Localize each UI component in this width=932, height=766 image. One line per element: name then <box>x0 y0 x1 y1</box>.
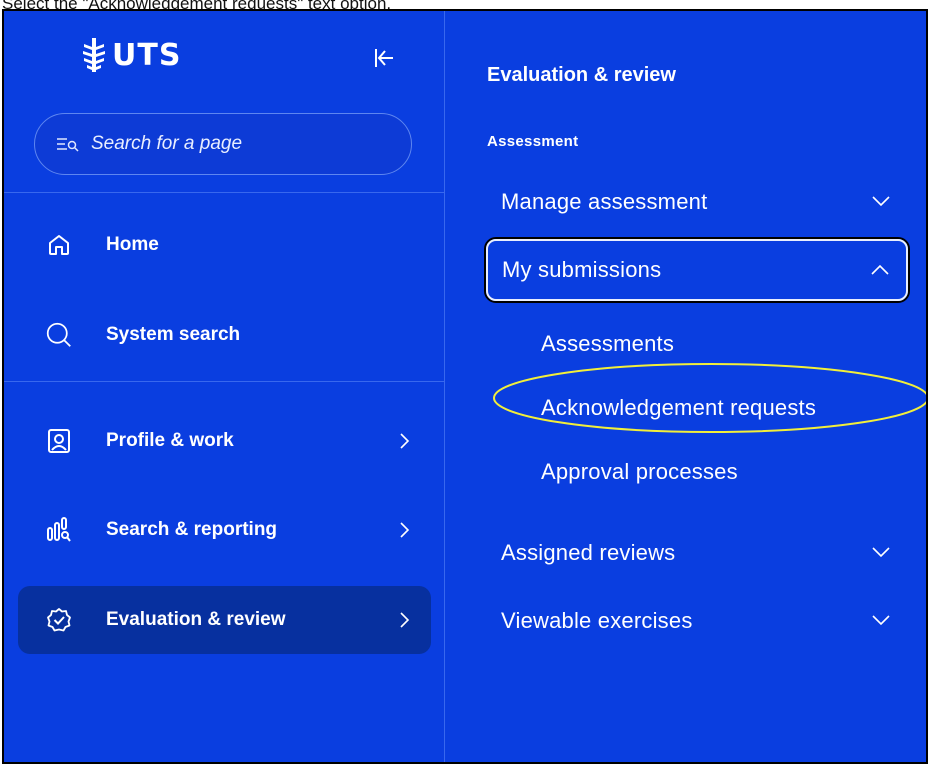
profile-icon <box>46 428 72 454</box>
sidebar-item-evaluation-review[interactable]: Evaluation & review <box>18 586 431 654</box>
flyout-title: Evaluation & review <box>487 64 676 86</box>
badge-check-icon <box>46 607 72 633</box>
sidebar-item-label: Home <box>106 234 159 255</box>
page-search[interactable] <box>34 113 412 175</box>
app-frame: UTS Home <box>2 9 928 764</box>
uts-crest-icon <box>83 38 105 72</box>
chevron-right-icon <box>400 612 410 628</box>
menu-assigned-reviews[interactable]: Assigned reviews <box>485 526 909 580</box>
menu-viewable-exercises[interactable]: Viewable exercises <box>485 594 909 648</box>
section-heading: Assessment <box>487 133 579 150</box>
chevron-down-icon <box>872 547 890 558</box>
sidebar-item-profile-work[interactable]: Profile & work <box>18 407 431 475</box>
menu-label: Viewable exercises <box>501 608 693 633</box>
search-input[interactable] <box>89 132 393 156</box>
brand-logo[interactable]: UTS <box>82 35 181 75</box>
sidebar: UTS Home <box>4 11 445 762</box>
chevron-down-icon <box>872 196 890 207</box>
sidebar-item-system-search[interactable]: System search <box>18 301 431 369</box>
collapse-left-icon <box>375 49 393 67</box>
sidebar-item-label: System search <box>106 324 241 345</box>
brand-name: UTS <box>112 37 182 73</box>
submenu-assessments[interactable]: Assessments <box>541 331 674 357</box>
menu-label: Assigned reviews <box>501 540 676 565</box>
divider <box>4 381 445 382</box>
submenu-approval-processes[interactable]: Approval processes <box>541 459 738 485</box>
sidebar-item-search-reporting[interactable]: Search & reporting <box>18 496 431 564</box>
submenu-acknowledgement-requests[interactable]: Acknowledgement requests <box>541 395 816 421</box>
menu-label: Manage assessment <box>501 189 708 214</box>
divider <box>4 192 445 193</box>
menu-manage-assessment[interactable]: Manage assessment <box>485 175 909 229</box>
chevron-right-icon <box>400 433 410 449</box>
home-icon <box>46 232 72 258</box>
submenu-flyout: Evaluation & review Assessment Manage as… <box>445 11 926 762</box>
menu-label: My submissions <box>502 257 662 282</box>
search-icon <box>46 322 72 348</box>
filter-search-icon <box>57 138 79 152</box>
menu-my-submissions[interactable]: My submissions <box>484 237 910 303</box>
reporting-icon <box>46 517 72 543</box>
chevron-right-icon <box>400 522 410 538</box>
collapse-sidebar-button[interactable] <box>371 45 397 71</box>
chevron-down-icon <box>872 615 890 626</box>
chevron-up-icon <box>871 264 889 275</box>
sidebar-item-home[interactable]: Home <box>18 211 431 279</box>
sidebar-item-label: Evaluation & review <box>106 609 286 630</box>
sidebar-item-label: Search & reporting <box>106 519 278 540</box>
sidebar-item-label: Profile & work <box>106 430 234 451</box>
